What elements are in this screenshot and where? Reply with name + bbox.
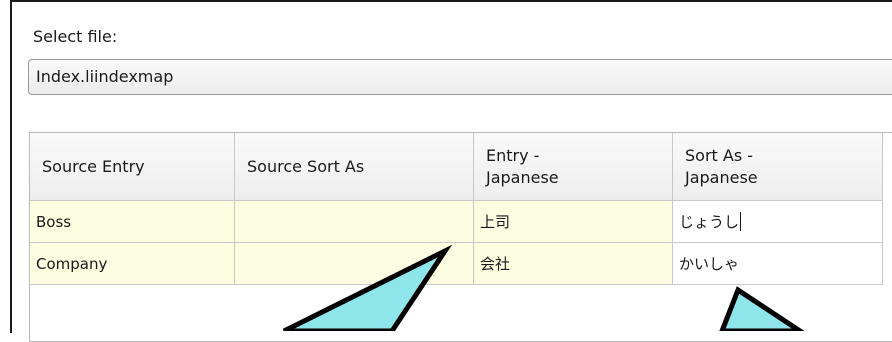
callout-arrows xyxy=(282,244,805,331)
callout-arrow-entry-japanese xyxy=(282,244,453,331)
callout-arrow-sort-as-japanese xyxy=(719,286,805,331)
